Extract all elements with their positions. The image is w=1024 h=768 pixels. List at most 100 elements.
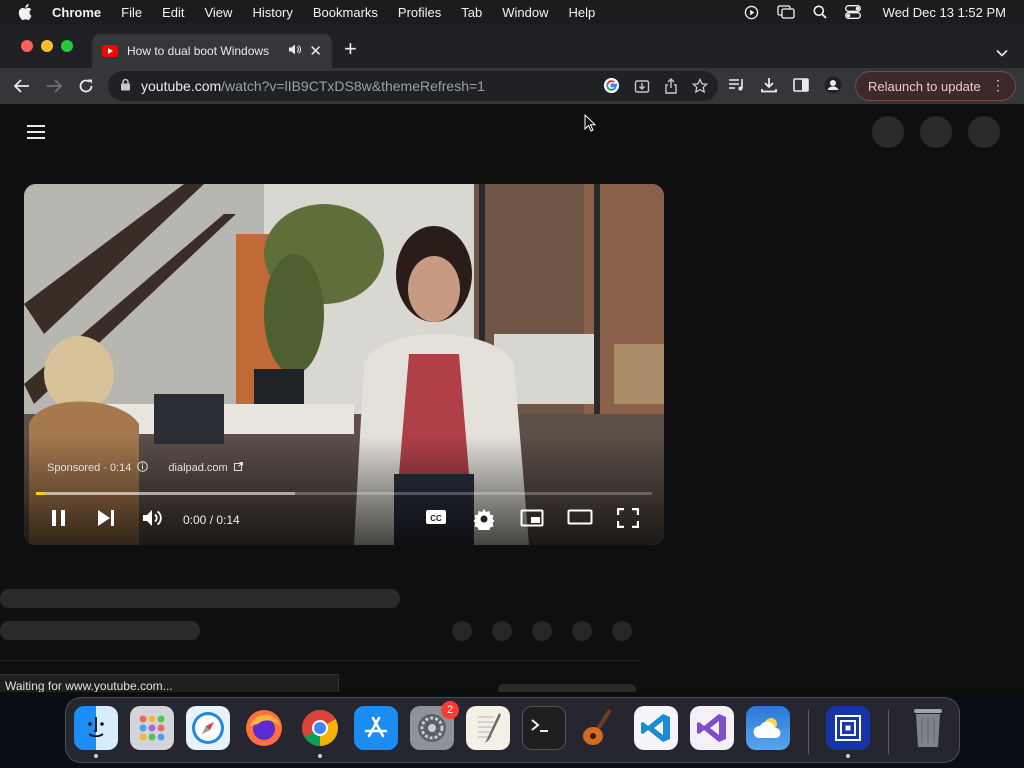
dock-separator	[888, 710, 889, 754]
youtube-favicon-icon	[102, 45, 118, 57]
miniplayer-icon[interactable]	[520, 508, 544, 533]
player-controls: 0:00 / 0:14 CC	[24, 504, 664, 536]
menu-help[interactable]: Help	[569, 5, 596, 20]
settings-gear-icon[interactable]	[473, 508, 495, 535]
control-center-icon[interactable]	[844, 5, 861, 19]
time-display: 0:00 / 0:14	[183, 513, 240, 527]
garageband-icon[interactable]	[578, 706, 622, 750]
content-divider	[0, 660, 640, 661]
menu-bar-clock[interactable]: Wed Dec 13 1:52 PM	[883, 5, 1006, 20]
menu-tab[interactable]: Tab	[461, 5, 482, 20]
apple-menu-icon[interactable]	[18, 4, 36, 20]
menu-profiles[interactable]: Profiles	[398, 5, 441, 20]
menu-edit[interactable]: Edit	[162, 5, 184, 20]
audio-playing-icon[interactable]	[289, 44, 302, 58]
minimize-window-button[interactable]	[41, 40, 53, 52]
site-info-lock-icon[interactable]	[120, 78, 131, 94]
dock: 2	[65, 697, 960, 763]
action-skeleton	[452, 621, 472, 641]
video-player[interactable]: Sponsored · 0:14 dialpad.com 0:00 / 0:14…	[24, 184, 664, 545]
bookmark-star-icon[interactable]	[691, 77, 709, 97]
system-settings-icon[interactable]: 2	[410, 701, 459, 750]
fullscreen-icon[interactable]	[616, 507, 640, 533]
profile-avatar-icon[interactable]	[824, 76, 842, 99]
zoom-window-button[interactable]	[61, 40, 73, 52]
volume-icon[interactable]	[142, 508, 164, 533]
spotlight-search-icon[interactable]	[813, 5, 827, 19]
relaunch-to-update-button[interactable]: Relaunch to update ⋮	[855, 71, 1016, 101]
new-tab-button[interactable]: +	[344, 38, 357, 60]
ad-sponsored-label: Sponsored · 0:14	[47, 462, 132, 474]
menu-window[interactable]: Window	[502, 5, 548, 20]
side-panel-icon[interactable]	[792, 77, 810, 98]
ad-info: Sponsored · 0:14 dialpad.com	[47, 461, 243, 475]
ad-info-icon[interactable]	[137, 461, 149, 475]
progress-buffered	[36, 492, 295, 495]
reload-icon[interactable]	[76, 76, 96, 96]
finder-icon[interactable]	[74, 706, 118, 758]
status-bubble: Waiting for www.youtube.com...	[0, 674, 339, 694]
url-path: /watch?v=lIB9CTxDS8w&themeRefresh=1	[221, 78, 485, 94]
chrome-menu-icon[interactable]: ⋮	[991, 78, 1005, 92]
menu-file[interactable]: File	[121, 5, 142, 20]
ad-domain-link[interactable]: dialpad.com	[168, 462, 227, 474]
screen-mirroring-icon[interactable]	[777, 5, 795, 19]
trash-icon[interactable]	[906, 706, 950, 750]
mouse-cursor-icon	[584, 113, 597, 137]
firefox-icon[interactable]	[242, 706, 286, 750]
tab-strip: How to dual boot Windows ✕ +	[0, 24, 1024, 68]
relaunch-label: Relaunch to update	[868, 78, 981, 94]
address-bar[interactable]: youtube.com/watch?v=lIB9CTxDS8w&themeRef…	[108, 71, 718, 101]
safari-icon[interactable]	[186, 706, 230, 750]
header-placeholders	[872, 116, 1000, 148]
notification-badge: 2	[441, 701, 459, 719]
forward-arrow-icon[interactable]	[44, 76, 64, 96]
weather-icon[interactable]	[746, 706, 790, 750]
action-skeleton	[572, 621, 592, 641]
hamburger-menu-icon[interactable]	[27, 125, 45, 143]
menu-app-name[interactable]: Chrome	[52, 5, 101, 20]
channel-skeleton	[0, 621, 200, 640]
screen-sharing-icon[interactable]	[826, 706, 870, 758]
google-lens-icon[interactable]	[603, 77, 620, 97]
terminal-icon[interactable]	[522, 706, 566, 750]
visual-studio-icon[interactable]	[690, 706, 734, 750]
action-skeleton	[492, 621, 512, 641]
pause-button-icon[interactable]	[50, 508, 68, 533]
progress-bar[interactable]	[36, 492, 652, 495]
screen-recording-icon[interactable]	[744, 5, 759, 20]
action-skeleton	[532, 621, 552, 641]
app-store-icon[interactable]	[354, 706, 398, 750]
install-app-icon[interactable]	[634, 78, 650, 97]
close-tab-button[interactable]: ✕	[309, 42, 322, 60]
header-placeholder-circle	[872, 116, 904, 148]
chrome-icon[interactable]	[298, 706, 342, 758]
launchpad-icon[interactable]	[130, 706, 174, 750]
menu-bookmarks[interactable]: Bookmarks	[313, 5, 378, 20]
media-controls-icon[interactable]	[728, 77, 746, 98]
browser-toolbar: youtube.com/watch?v=lIB9CTxDS8w&themeRef…	[0, 68, 1024, 104]
menu-history[interactable]: History	[252, 5, 292, 20]
tab-title: How to dual boot Windows	[127, 44, 270, 58]
closed-captions-icon[interactable]: CC	[425, 508, 447, 531]
header-placeholder-circle	[968, 116, 1000, 148]
header-placeholder-circle	[920, 116, 952, 148]
downloads-icon[interactable]	[760, 77, 778, 98]
share-icon[interactable]	[664, 77, 678, 97]
theater-mode-icon[interactable]	[567, 508, 593, 531]
action-skeleton	[612, 621, 632, 641]
youtube-page: Sponsored · 0:14 dialpad.com 0:00 / 0:14…	[0, 104, 1024, 694]
url-host: youtube.com	[141, 78, 222, 94]
vscode-icon[interactable]	[634, 706, 678, 750]
next-button-icon[interactable]	[96, 508, 116, 533]
window-controls	[21, 40, 73, 52]
back-arrow-icon[interactable]	[12, 76, 32, 96]
textedit-icon[interactable]	[466, 706, 510, 750]
tab-search-chevron-icon[interactable]	[996, 44, 1008, 62]
progress-played	[36, 492, 46, 495]
menu-bar: Chrome File Edit View History Bookmarks …	[0, 0, 1024, 24]
menu-view[interactable]: View	[204, 5, 232, 20]
close-window-button[interactable]	[21, 40, 33, 52]
external-link-icon[interactable]	[233, 462, 243, 474]
active-tab[interactable]: How to dual boot Windows ✕	[92, 34, 332, 68]
